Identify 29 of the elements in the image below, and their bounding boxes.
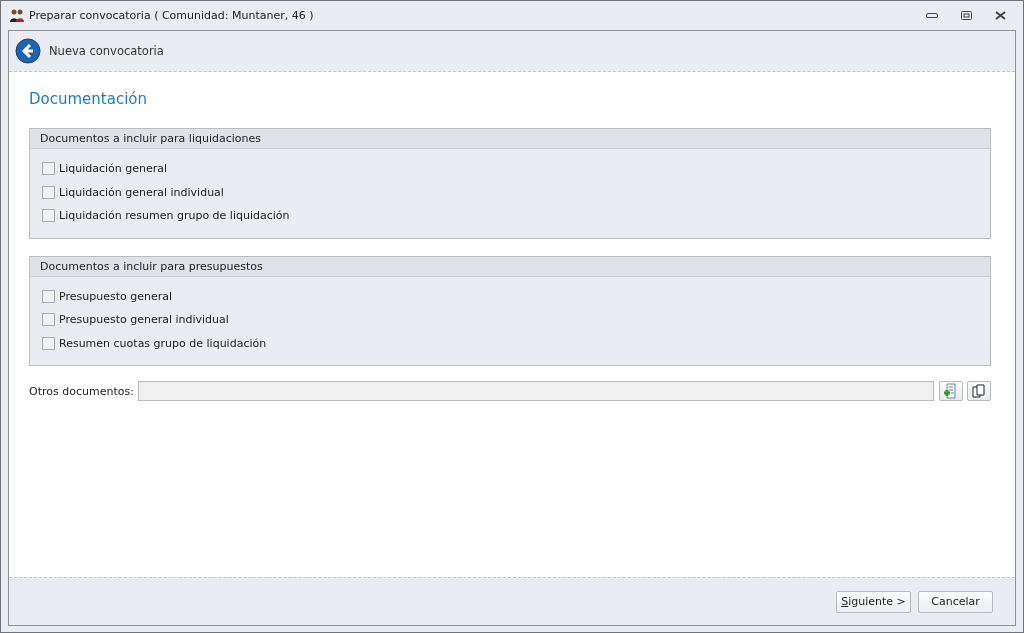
restore-icon[interactable] [960, 11, 972, 20]
add-document-icon [943, 383, 959, 399]
copy-button[interactable] [967, 381, 991, 401]
close-icon[interactable] [994, 11, 1006, 20]
people-icon [9, 7, 25, 24]
checkbox[interactable] [42, 336, 55, 350]
field-label: Otros documentos: [29, 384, 134, 398]
checkbox[interactable] [42, 209, 55, 223]
checkbox[interactable] [42, 185, 55, 199]
copy-icon [972, 384, 986, 398]
checkbox-label: Liquidación resumen grupo de liquidación [59, 209, 290, 223]
checkbox[interactable] [42, 162, 55, 176]
window-title: Preparar convocatoria ( Comunidad: Muntaner, 46 ) [29, 9, 315, 22]
group-title: Documentos a incluir para presupuestos [30, 256, 990, 277]
checkbox[interactable] [42, 289, 55, 303]
checkbox-label: Liquidación general individual [59, 185, 224, 199]
checkbox-label: Presupuesto general [59, 289, 172, 303]
checkbox-label: Resumen cuotas grupo de liquidación [59, 336, 267, 350]
checkbox-label: Liquidación general [59, 162, 168, 176]
input-field[interactable] [137, 381, 934, 401]
checkbox[interactable] [42, 313, 55, 327]
minimize-icon[interactable] [926, 13, 938, 18]
header-title: Nueva convocatoria [49, 44, 164, 58]
dialog-button[interactable]: Cancelar [918, 590, 993, 613]
group-title: Documentos a incluir para liquidaciones [30, 129, 990, 149]
section-title: Documentación [29, 90, 148, 108]
add-document-button[interactable] [939, 381, 963, 401]
checkbox-label: Presupuesto general individual [59, 313, 229, 327]
dialog-button[interactable]: Siguiente > [836, 590, 911, 613]
